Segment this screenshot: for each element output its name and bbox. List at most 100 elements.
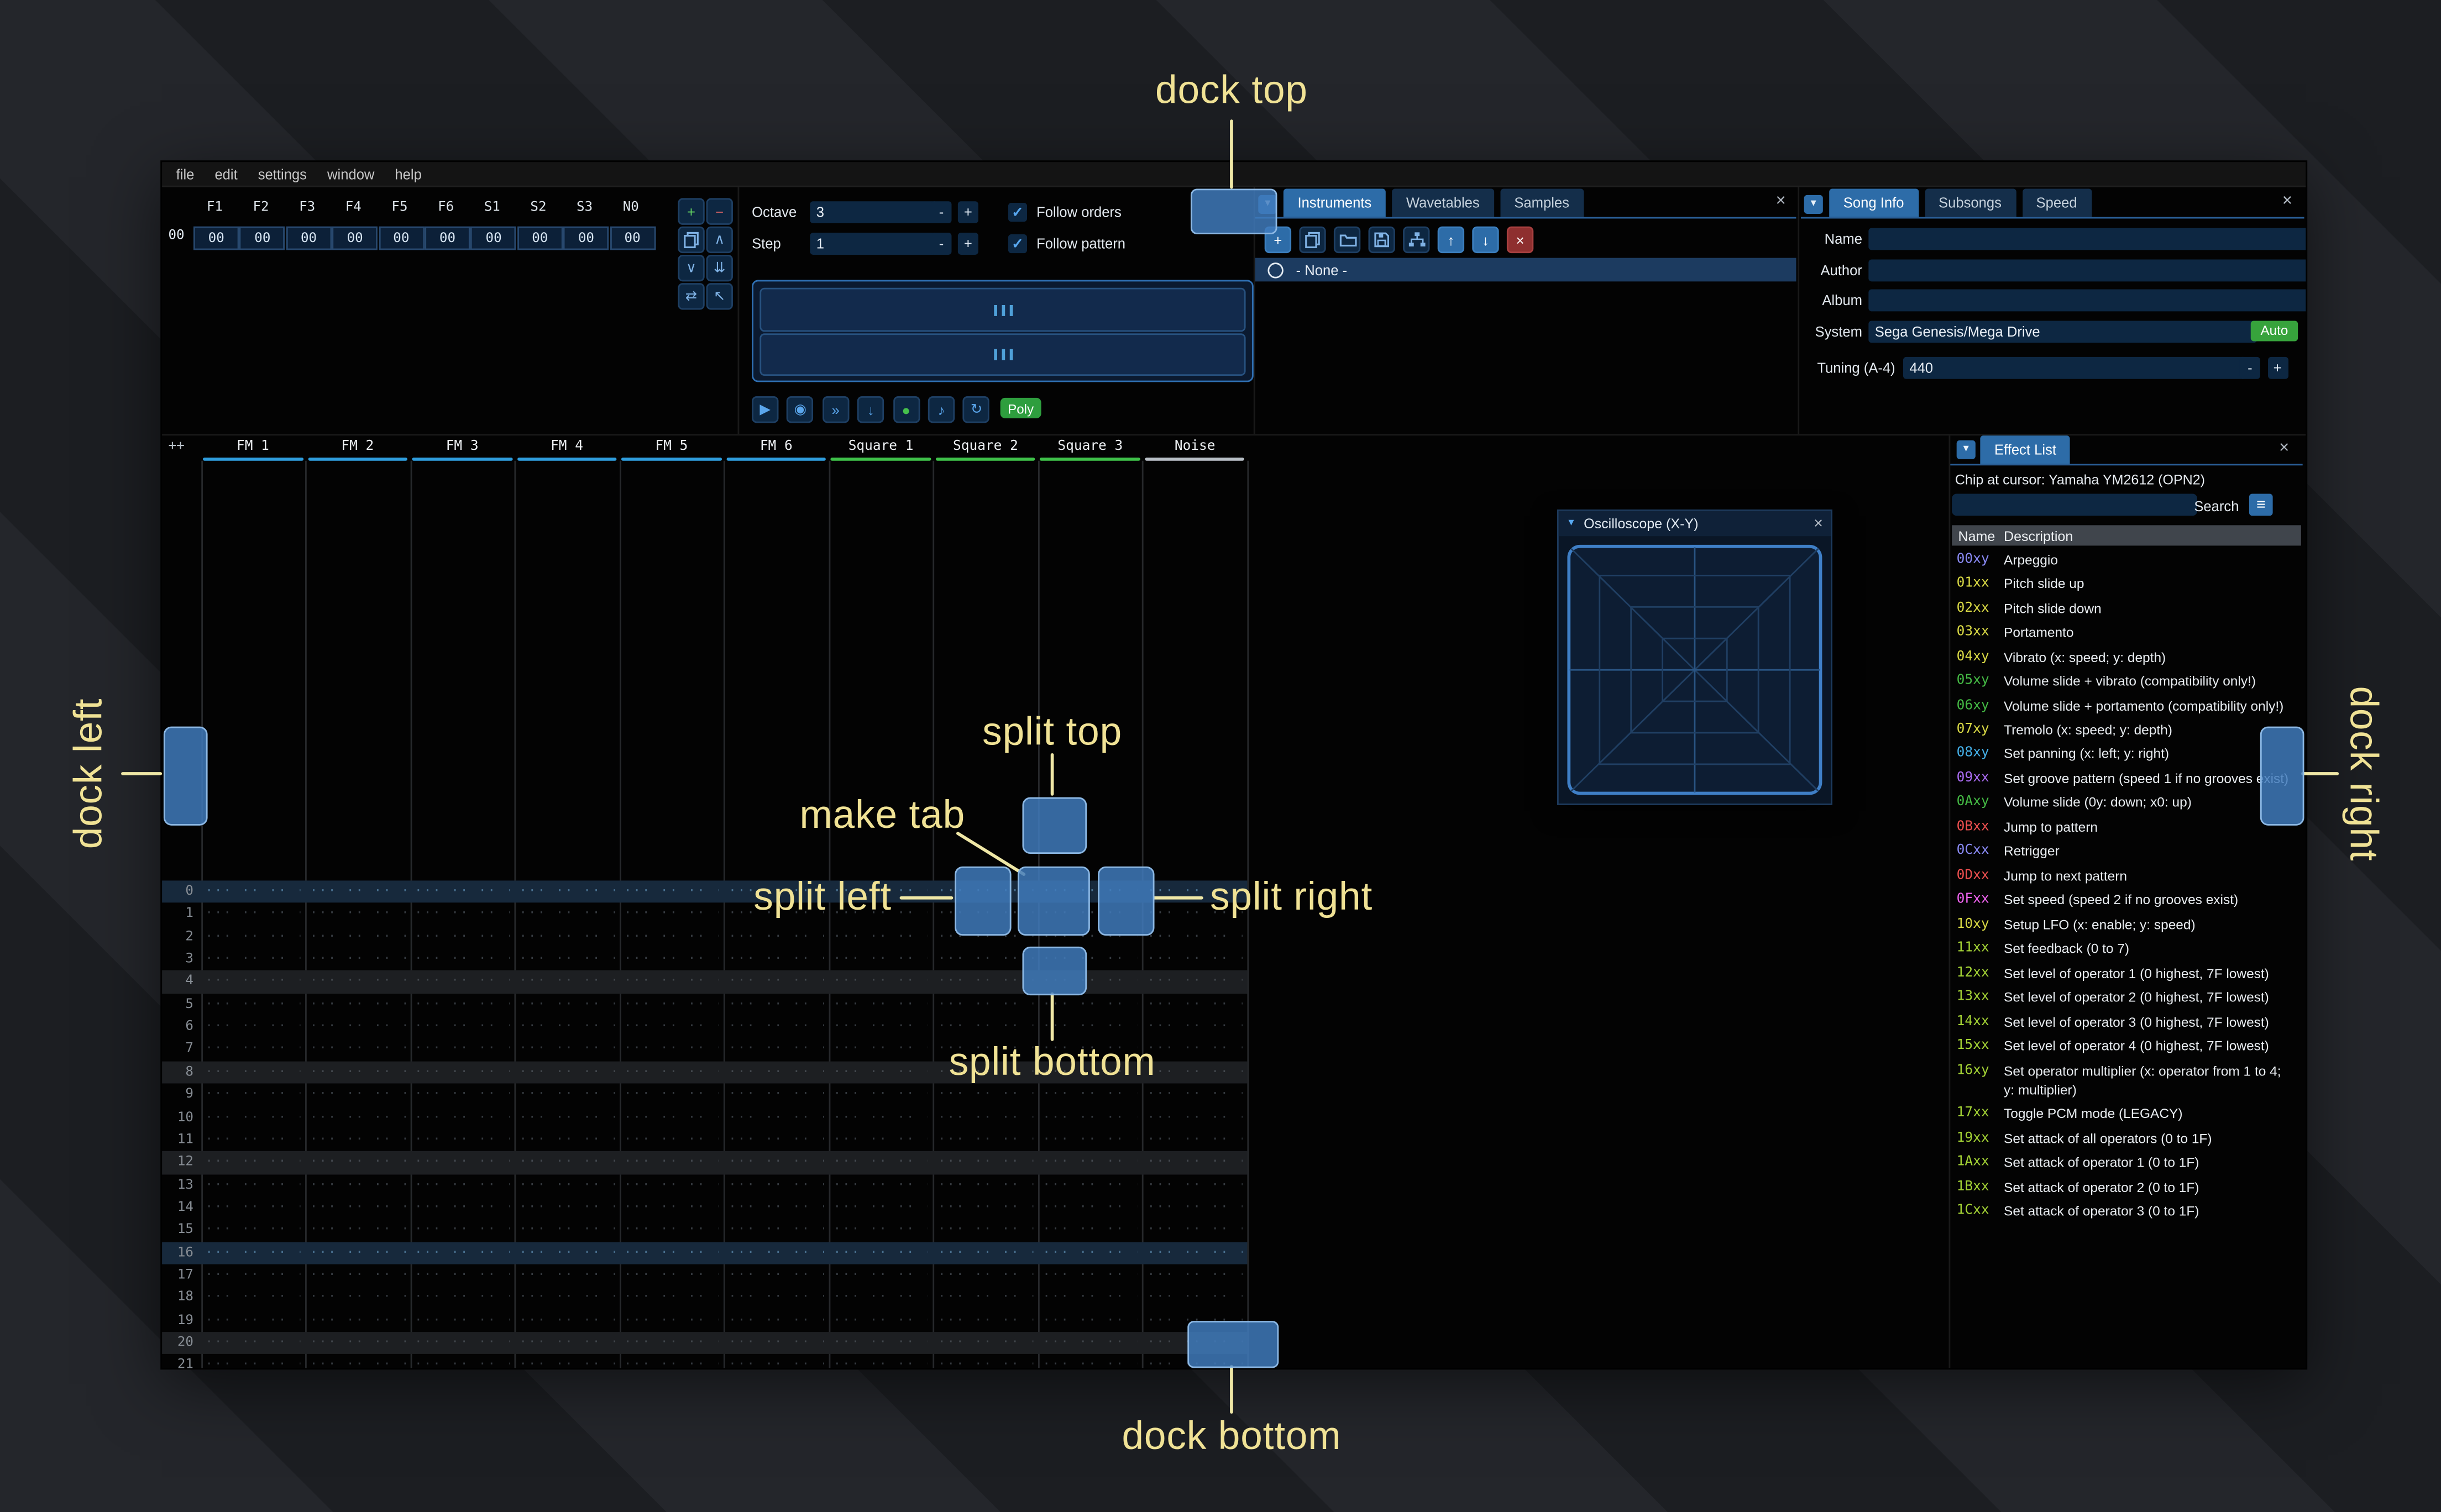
pattern-row[interactable]: 11 ··· ·· ·· ··· ·· · · · ·· ·· · · ·· · · · · · ·… [162, 1129, 1247, 1152]
pattern-channel-fm-4[interactable]: FM 4 [515, 439, 619, 454]
instrument-move-up-button[interactable]: ↑ [1437, 226, 1465, 254]
pattern-cell[interactable]: ··· ·· ·· ··· [624, 1309, 719, 1332]
effect-row[interactable]: 1Bxx Set attack of operator 2 (0 to 1F) [1950, 1174, 2302, 1199]
pattern-cell[interactable]: ··· ·· ·· ··· [624, 880, 719, 903]
instrument-list-item[interactable]: - None - [1255, 258, 1796, 282]
order-add-button[interactable]: + [678, 198, 705, 225]
pattern-cell[interactable]: ··· ·· ·· ··· [1148, 1061, 1243, 1084]
pattern-cell[interactable]: ··· ·· ·· ··· [1148, 926, 1243, 948]
pattern-cell[interactable]: ··· ·· ·· ··· [729, 1016, 824, 1038]
play-button[interactable]: ▶ [752, 396, 779, 423]
pattern-cell[interactable]: ··· ·· ·· ··· [833, 994, 928, 1016]
pattern-channel-square-2[interactable]: Square 2 [933, 439, 1038, 454]
pattern-cell[interactable]: ··· ·· ·· ··· [833, 1264, 928, 1287]
pattern-cell[interactable]: ··· ·· ·· ··· [519, 1151, 614, 1174]
pattern-cell[interactable]: ··· ·· ·· ··· [415, 1287, 510, 1309]
effect-search-input[interactable] [1952, 494, 2198, 516]
step-button[interactable]: » [822, 396, 849, 423]
pattern-cell[interactable]: ··· ·· ·· ··· [519, 994, 614, 1016]
order-cell[interactable]: 00 [193, 226, 239, 250]
effect-row[interactable]: 08xy Set panning (x: left; y: right) [1950, 742, 2302, 766]
menu-file[interactable]: file [176, 166, 195, 181]
order-exchange-button[interactable]: ⇄ [678, 283, 705, 310]
pattern-cell[interactable]: ··· ·· ·· ··· [205, 1219, 300, 1242]
pattern-cell[interactable]: ··· ·· ·· ··· [519, 1332, 614, 1355]
pattern-cell[interactable]: ··· ·· ·· ··· [1043, 1106, 1138, 1129]
pattern-cell[interactable]: ··· ·· ·· ··· [205, 880, 300, 903]
pattern-cell[interactable]: ··· ·· ·· ··· [938, 1196, 1033, 1219]
pattern-cell[interactable]: ··· ·· ·· ··· [310, 1151, 405, 1174]
pattern-cell[interactable]: ··· ·· ·· ··· [938, 994, 1033, 1016]
close-icon[interactable]: × [2282, 193, 2292, 211]
effect-row[interactable]: 19xx Set attack of all operators (0 to 1F… [1950, 1126, 2302, 1150]
pattern-cell[interactable]: ··· ·· ·· ··· [1043, 1219, 1138, 1242]
piano-lower-row[interactable] [759, 333, 1246, 376]
pattern-channel-fm-6[interactable]: FM 6 [724, 439, 829, 454]
pattern-cell[interactable]: ··· ·· ·· ··· [1148, 1242, 1243, 1264]
split-right-target[interactable] [1098, 866, 1155, 936]
pattern-cell[interactable]: ··· ·· ·· ··· [1148, 1038, 1243, 1061]
pattern-cell[interactable]: ··· ·· ·· ··· [310, 926, 405, 948]
split-left-target[interactable] [955, 866, 1012, 936]
pattern-cell[interactable]: ··· ·· ·· ··· [729, 971, 824, 994]
pattern-cell[interactable]: ··· ·· ·· ··· [624, 1106, 719, 1129]
pattern-cell[interactable]: ··· ·· ·· ··· [415, 1038, 510, 1061]
pattern-row[interactable]: 19 ··· ·· ·· ··· ·· · · · ·· ·· · · ·· · · · · · ·… [162, 1309, 1247, 1332]
pattern-cell[interactable]: ··· ·· ·· ··· [1043, 994, 1138, 1016]
order-move-up-button[interactable]: ∧ [706, 226, 733, 254]
split-bottom-target[interactable] [1022, 946, 1087, 996]
pattern-cell[interactable]: ··· ·· ·· ··· [1148, 1219, 1243, 1242]
pattern-cell[interactable]: ··· ·· ·· ··· [415, 1219, 510, 1242]
pattern-channel-noise[interactable]: Noise [1143, 439, 1247, 454]
dock-top-target[interactable] [1190, 188, 1277, 234]
instrument-move-down-button[interactable]: ↓ [1472, 226, 1499, 254]
pattern-cell[interactable]: ··· ·· ·· ··· [519, 1309, 614, 1332]
pattern-cell[interactable]: ··· ·· ·· ··· [729, 926, 824, 948]
tab-effect-list[interactable]: Effect List [1980, 435, 2071, 464]
pattern-row[interactable]: 12 ··· ·· ·· ··· ·· · · · ·· ·· · · ·· · · · · · ·… [162, 1151, 1248, 1174]
pattern-cell[interactable]: ··· ·· ·· ··· [205, 1332, 300, 1355]
pattern-cell[interactable]: ··· ·· ·· ··· [833, 1038, 928, 1061]
pattern-channel-fm-2[interactable]: FM 2 [305, 439, 410, 454]
pattern-cell[interactable]: ··· ·· ·· ··· [415, 1264, 510, 1287]
pattern-cell[interactable]: ··· ·· ·· ··· [938, 971, 1033, 994]
pattern-cell[interactable]: ··· ·· ·· ··· [310, 1264, 405, 1287]
tab-instruments[interactable]: Instruments [1283, 188, 1386, 217]
pattern-cell[interactable]: ··· ·· ·· ··· [729, 1332, 824, 1355]
order-cell[interactable]: 00 [425, 226, 470, 250]
pattern-cell[interactable]: ··· ·· ·· ··· [624, 1061, 719, 1084]
pattern-cell[interactable]: ··· ·· ·· ··· [624, 1242, 719, 1264]
effect-row[interactable]: 1Axx Set attack of operator 1 (0 to 1F) [1950, 1150, 2302, 1174]
pattern-cell[interactable]: ··· ·· ·· ··· [1043, 1264, 1138, 1287]
author-input[interactable] [1868, 259, 2306, 281]
pattern-cell[interactable]: ··· ·· ·· ··· [1148, 971, 1243, 994]
pattern-cell[interactable]: ··· ·· ·· ··· [415, 1061, 510, 1084]
pattern-cell[interactable]: ··· ·· ·· ··· [729, 1061, 824, 1084]
pattern-cell[interactable]: ··· ·· ·· ··· [205, 1084, 300, 1106]
pattern-cell[interactable]: ··· ·· ·· ··· [310, 1061, 405, 1084]
oscilloscope-title-bar[interactable]: ▼ Oscilloscope (X-Y) × [1558, 511, 1831, 537]
menu-window[interactable]: window [327, 166, 374, 181]
pattern-cell[interactable]: ··· ·· ·· ··· [205, 1061, 300, 1084]
pattern-row[interactable]: 6 ··· ·· ·· ··· ·· · · · ·· ·· · · ·· · · · · · ··… [162, 1016, 1247, 1038]
auto-button[interactable]: Auto [2250, 320, 2298, 342]
pattern-cell[interactable]: ··· ·· ·· ··· [415, 1129, 510, 1152]
pattern-cell[interactable]: ··· ·· ·· ··· [833, 1242, 928, 1264]
order-cell[interactable]: 00 [378, 226, 425, 250]
pattern-cell[interactable]: ··· ·· ·· ··· [729, 1242, 824, 1264]
pattern-cell[interactable]: ··· ·· ·· ··· [519, 880, 614, 903]
dock-right-target[interactable] [2260, 726, 2304, 826]
effect-row[interactable]: 14xx Set level of operator 3 (0 highest, … [1950, 1009, 2302, 1033]
pattern-cell[interactable]: ··· ·· ·· ··· [415, 1084, 510, 1106]
effect-row[interactable]: 11xx Set feedback (0 to 7) [1950, 936, 2302, 960]
pattern-cell[interactable]: ··· ·· ·· ··· [310, 971, 405, 994]
pattern-row[interactable]: 18 ··· ·· ·· ··· ·· · · · ·· ·· · · ·· · · · · · ·… [162, 1287, 1247, 1309]
pattern-cell[interactable]: ··· ·· ·· ··· [205, 1287, 300, 1309]
instrument-dir-button[interactable] [1403, 226, 1430, 254]
pattern-cell[interactable]: ··· ·· ·· ··· [519, 971, 614, 994]
pattern-cell[interactable]: ··· ·· ·· ··· [1148, 1174, 1243, 1196]
pattern-cell[interactable]: ··· ·· ·· ··· [415, 1174, 510, 1196]
effect-row[interactable]: 1Cxx Set attack of operator 3 (0 to 1F) [1950, 1199, 2302, 1223]
order-cell[interactable]: 00 [517, 226, 563, 250]
effect-row[interactable]: 01xx Pitch slide up [1950, 571, 2302, 596]
